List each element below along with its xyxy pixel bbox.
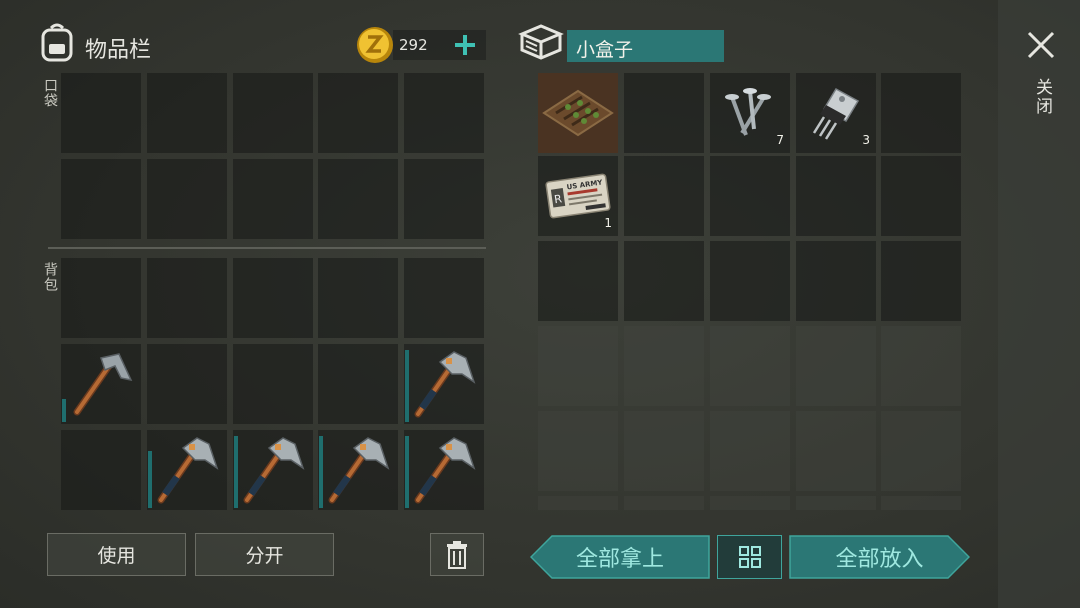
pickaxe-icon bbox=[73, 353, 133, 416]
durability-bar bbox=[319, 436, 323, 508]
durability-bar bbox=[405, 350, 409, 422]
box-icon bbox=[518, 22, 564, 62]
backpack-slot[interactable] bbox=[61, 430, 141, 510]
backpack-slot[interactable] bbox=[404, 344, 484, 424]
locked-slot bbox=[796, 411, 876, 491]
container-slot[interactable] bbox=[881, 241, 961, 321]
backpack-slot[interactable] bbox=[147, 344, 227, 424]
use-button[interactable]: 使用 bbox=[47, 533, 186, 576]
add-coins-button[interactable] bbox=[452, 30, 478, 60]
container-title: 小盒子 bbox=[576, 39, 634, 61]
item-count: 3 bbox=[862, 133, 870, 147]
pocket-slot[interactable] bbox=[404, 73, 484, 153]
backpack-slot[interactable] bbox=[233, 430, 313, 510]
sort-button[interactable] bbox=[717, 535, 782, 579]
pocket-slot[interactable] bbox=[404, 159, 484, 239]
pocket-label: 口袋 bbox=[42, 78, 58, 108]
locked-slot bbox=[624, 411, 704, 491]
durability-bar bbox=[405, 436, 409, 508]
pocket-slot[interactable] bbox=[147, 159, 227, 239]
farm-plot-icon bbox=[542, 89, 614, 137]
close-label: 关闭 bbox=[1032, 78, 1052, 116]
close-button[interactable]: 关闭 bbox=[1022, 28, 1060, 128]
item-count: 7 bbox=[776, 133, 784, 147]
trash-icon bbox=[447, 540, 467, 569]
locked-slot bbox=[796, 326, 876, 406]
hammer-icon bbox=[157, 437, 219, 504]
plus-icon bbox=[455, 35, 475, 55]
trash-button[interactable] bbox=[430, 533, 484, 576]
pocket-slot[interactable] bbox=[147, 73, 227, 153]
pocket-slot[interactable] bbox=[318, 159, 398, 239]
container-slot[interactable] bbox=[881, 73, 961, 153]
container-slot[interactable] bbox=[796, 156, 876, 236]
container-slot[interactable] bbox=[624, 156, 704, 236]
container-title-field[interactable]: 小盒子 bbox=[567, 30, 724, 62]
coin-count: 292 bbox=[399, 36, 428, 54]
locked-slot bbox=[710, 411, 790, 491]
close-icon bbox=[1027, 31, 1055, 59]
container-slot[interactable] bbox=[538, 73, 618, 153]
locked-slot bbox=[710, 326, 790, 406]
backpack-slot[interactable] bbox=[61, 344, 141, 424]
pocket-slot[interactable] bbox=[61, 159, 141, 239]
container-slot[interactable] bbox=[710, 241, 790, 321]
item-count: 1 bbox=[604, 216, 612, 230]
container-slot[interactable] bbox=[710, 156, 790, 236]
backpack-slot[interactable] bbox=[404, 258, 484, 338]
pocket-slot[interactable] bbox=[318, 73, 398, 153]
take-all-label: 全部拿上 bbox=[575, 547, 664, 572]
container-slot[interactable]: 7 bbox=[710, 73, 790, 153]
durability-bar bbox=[234, 436, 238, 508]
backpack-slot[interactable] bbox=[61, 258, 141, 338]
hammer-icon bbox=[414, 351, 476, 418]
durability-bar bbox=[62, 399, 66, 422]
locked-slot bbox=[881, 411, 961, 491]
container-slot[interactable] bbox=[881, 156, 961, 236]
backpack-slot[interactable] bbox=[404, 430, 484, 510]
locked-slot bbox=[624, 326, 704, 406]
container-slot[interactable]: 3 bbox=[796, 73, 876, 153]
container-slot[interactable] bbox=[538, 241, 618, 321]
put-all-button[interactable]: 全部放入 bbox=[789, 535, 970, 579]
put-all-label: 全部放入 bbox=[835, 547, 924, 572]
hammer-icon bbox=[243, 437, 305, 504]
take-all-button[interactable]: 全部拿上 bbox=[530, 535, 710, 579]
container-slot[interactable] bbox=[624, 73, 704, 153]
backpack-slot[interactable] bbox=[233, 344, 313, 424]
container-slot[interactable] bbox=[624, 241, 704, 321]
locked-slot bbox=[881, 496, 961, 510]
locked-slot bbox=[538, 411, 618, 491]
locked-slot bbox=[538, 496, 618, 510]
backpack-icon bbox=[38, 22, 76, 62]
locked-slot bbox=[881, 326, 961, 406]
pocket-slot[interactable] bbox=[233, 159, 313, 239]
split-button[interactable]: 分开 bbox=[195, 533, 334, 576]
section-divider bbox=[48, 247, 486, 249]
pocket-slot[interactable] bbox=[233, 73, 313, 153]
backpack-slot[interactable] bbox=[147, 258, 227, 338]
backpack-label: 背包 bbox=[42, 262, 58, 292]
grid-sort-icon bbox=[738, 546, 761, 568]
locked-slot bbox=[624, 496, 704, 510]
pocket-slot[interactable] bbox=[61, 73, 141, 153]
backpack-slot[interactable] bbox=[318, 344, 398, 424]
durability-bar bbox=[148, 451, 152, 508]
locked-slot bbox=[796, 496, 876, 510]
backpack-slot[interactable] bbox=[318, 258, 398, 338]
backpack-slot[interactable] bbox=[233, 258, 313, 338]
container-slot[interactable]: R US ARMY 1 bbox=[538, 156, 618, 236]
backpack-slot[interactable] bbox=[147, 430, 227, 510]
locked-slot bbox=[710, 496, 790, 510]
hammer-icon bbox=[328, 437, 390, 504]
container-slot[interactable] bbox=[796, 241, 876, 321]
hammer-icon bbox=[414, 437, 476, 504]
locked-slot bbox=[538, 326, 618, 406]
coin-icon bbox=[356, 26, 394, 64]
inventory-title: 物品栏 bbox=[85, 38, 152, 63]
backpack-slot[interactable] bbox=[318, 430, 398, 510]
